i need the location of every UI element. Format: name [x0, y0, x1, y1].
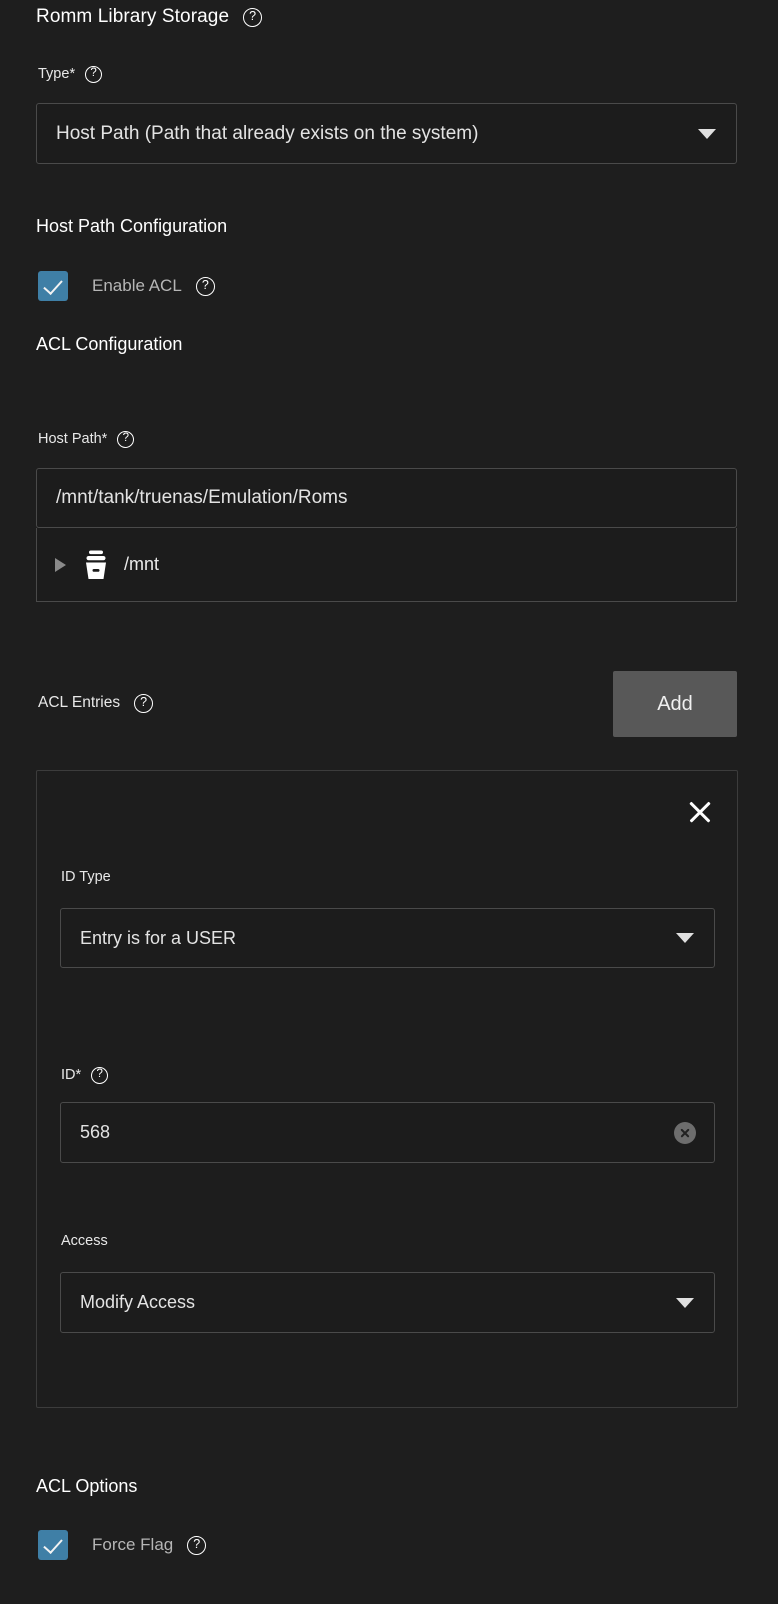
access-select[interactable]: Modify Access	[60, 1272, 715, 1333]
acl-entries-label-row: ACL Entries ?	[38, 692, 153, 714]
type-field-label-row: Type* ?	[38, 63, 102, 85]
chevron-down-icon	[676, 1298, 694, 1308]
help-circle-icon[interactable]: ?	[85, 66, 102, 83]
id-label-row: ID* ?	[61, 1064, 108, 1086]
access-value: Modify Access	[61, 1292, 676, 1313]
chevron-right-icon[interactable]	[55, 558, 66, 572]
id-value: 568	[61, 1122, 674, 1143]
acl-entries-label: ACL Entries	[38, 694, 120, 712]
id-input[interactable]: 568	[60, 1102, 715, 1163]
help-circle-icon[interactable]: ?	[196, 277, 215, 296]
host-path-tree: /mnt	[36, 528, 737, 602]
help-circle-icon[interactable]: ?	[91, 1067, 108, 1084]
id-label: ID*	[61, 1067, 81, 1083]
enable-acl-row[interactable]: Enable ACL ?	[38, 271, 215, 301]
host-path-label-text: Host Path	[38, 431, 102, 447]
type-select-value: Host Path (Path that already exists on t…	[37, 123, 698, 145]
chevron-down-icon	[698, 129, 716, 139]
host-path-label-row: Host Path* ?	[38, 428, 134, 450]
section-header: Romm Library Storage ?	[36, 3, 262, 31]
type-label: Type*	[38, 66, 75, 82]
host-path-input[interactable]: /mnt/tank/truenas/Emulation/Roms	[36, 468, 737, 528]
host-path-label: Host Path*	[38, 431, 107, 447]
help-circle-icon[interactable]: ?	[187, 1536, 206, 1555]
id-type-select[interactable]: Entry is for a USER	[60, 908, 715, 968]
force-flag-row[interactable]: Force Flag ?	[38, 1530, 206, 1560]
close-icon[interactable]	[683, 795, 717, 829]
chevron-down-icon	[676, 933, 694, 943]
tree-node-mnt[interactable]: /mnt	[37, 528, 736, 601]
help-circle-icon[interactable]: ?	[134, 694, 153, 713]
required-marker: *	[69, 66, 75, 82]
host-path-configuration-heading: Host Path Configuration	[36, 216, 227, 237]
required-marker: *	[76, 1067, 82, 1083]
acl-entry-card: ID Type Entry is for a USER ID* ? 568 Ac…	[36, 770, 738, 1408]
force-flag-checkbox[interactable]	[38, 1530, 68, 1560]
acl-configuration-heading: ACL Configuration	[36, 334, 182, 355]
clear-circle-icon[interactable]	[674, 1122, 696, 1144]
force-flag-label: Force Flag	[92, 1535, 173, 1555]
host-path-value: /mnt/tank/truenas/Emulation/Roms	[37, 487, 736, 509]
id-label-text: ID	[61, 1067, 76, 1083]
dataset-icon	[82, 550, 110, 580]
help-circle-icon[interactable]: ?	[117, 431, 134, 448]
access-label: Access	[61, 1233, 108, 1249]
enable-acl-label: Enable ACL	[92, 276, 182, 296]
add-acl-entry-button[interactable]: Add	[613, 671, 737, 737]
type-select[interactable]: Host Path (Path that already exists on t…	[36, 103, 737, 164]
tree-node-label: /mnt	[124, 554, 159, 575]
required-marker: *	[102, 431, 108, 447]
enable-acl-checkbox[interactable]	[38, 271, 68, 301]
acl-options-heading: ACL Options	[36, 1476, 137, 1497]
section-title: Romm Library Storage	[36, 6, 229, 28]
id-type-label: ID Type	[61, 869, 111, 885]
help-circle-icon[interactable]: ?	[243, 8, 262, 27]
id-type-value: Entry is for a USER	[61, 928, 676, 949]
type-label-text: Type	[38, 66, 69, 82]
